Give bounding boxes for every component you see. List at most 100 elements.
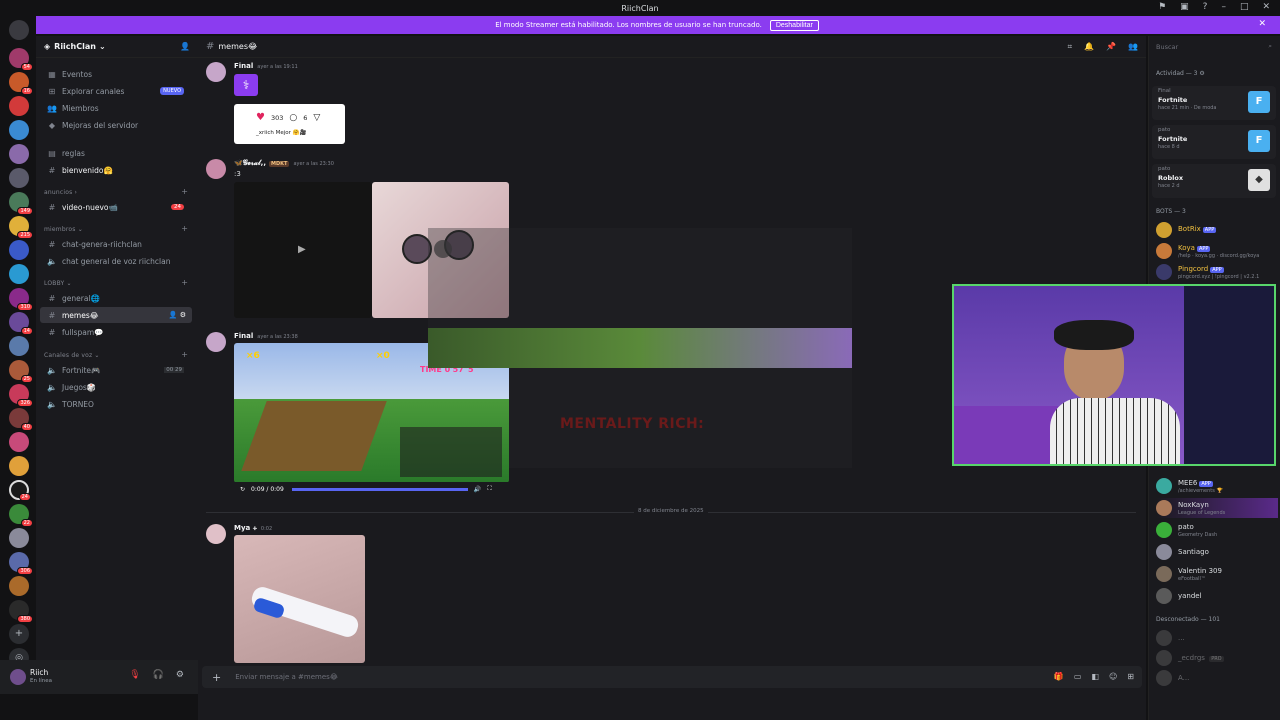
member-row[interactable]: _ecdrgs PRO [1156, 648, 1278, 668]
server-icon[interactable] [9, 576, 29, 596]
add-server-icon[interactable]: + [9, 624, 29, 644]
message-author[interactable]: 🦋𝓖𝓮𝓻𝓪𝓵,, MDKT ayer a las 23:30 [234, 159, 334, 168]
server-icon[interactable]: 54 [9, 48, 33, 71]
server-icon[interactable]: 25 [9, 360, 33, 383]
apps-icon[interactable]: ⊞ [1127, 672, 1134, 681]
message-author[interactable]: Final ayer a las 23:38 [234, 332, 298, 340]
channel-memes[interactable]: # memes😂 👤 ⚙ [40, 307, 192, 323]
help-icon[interactable]: ? [1203, 2, 1208, 12]
activity-card[interactable]: pato Roblox hace 2 d ◆ [1152, 164, 1276, 198]
server-icon[interactable]: 215 [9, 216, 33, 239]
photo-attachment[interactable] [234, 535, 365, 663]
channel-fullspam[interactable]: # fullspam💬 [40, 324, 192, 340]
server-icon[interactable]: 380 [9, 600, 33, 623]
server-icon[interactable]: 326 [9, 384, 33, 407]
server-icon[interactable]: 16 [9, 72, 33, 95]
voice-juegos[interactable]: 🔈 Juegos🎲 [40, 379, 192, 395]
video-progress[interactable] [291, 487, 468, 491]
member-row[interactable]: pato Geometry Dash [1156, 520, 1278, 540]
replay-icon[interactable]: ↻ [240, 486, 245, 493]
member-row[interactable]: ... [1156, 628, 1278, 648]
server-icon[interactable]: 22 [9, 504, 33, 527]
close-window-icon[interactable]: ✕ [1262, 2, 1270, 12]
message-author[interactable]: Final ayer a las 19:11 [234, 62, 298, 70]
gear-icon[interactable]: ⚙ [176, 670, 184, 680]
headphones-icon[interactable]: 🎧 [153, 670, 164, 680]
channel-bienvenido[interactable]: # bienvenido🤗 [40, 162, 192, 178]
add-channel-icon[interactable]: + [181, 278, 188, 287]
voice-torneo[interactable]: 🔈 TORNEO [40, 396, 192, 412]
tiktok-embed[interactable]: ♥ 303 ○ 6 ▽ _xriich Mejor 🤗🎥 [234, 104, 345, 144]
fullscreen-icon[interactable]: ⛶ [487, 485, 491, 493]
member-row[interactable]: A... [1156, 668, 1278, 688]
nav-explorar-canales[interactable]: ⊞ Explorar canales NUEVO [40, 83, 192, 99]
screen-share-icon[interactable]: ▣ [1180, 2, 1189, 12]
member-row[interactable]: Pingcord APP pingcord.xyz | !pingcord | v… [1156, 262, 1278, 282]
nav-miembros[interactable]: 👥 Miembros [40, 100, 192, 116]
threads-icon[interactable]: ⌗ [1068, 42, 1073, 52]
channel-chat-voz[interactable]: 🔈 chat general de voz riichclan [40, 253, 192, 269]
server-icon[interactable]: 14 [9, 312, 33, 335]
server-header[interactable]: ◈ RiichClan ⌄ 👤 [36, 36, 198, 58]
server-icon[interactable] [9, 264, 29, 284]
member-row[interactable]: yandel [1156, 586, 1278, 606]
voice-fortnite[interactable]: 🔈 Fortnite🎮 00 29 [40, 362, 192, 378]
server-icon[interactable] [9, 432, 29, 452]
gif-icon[interactable]: ▭ [1074, 672, 1082, 681]
category-miembros[interactable]: miembros ⌄ [44, 226, 83, 233]
add-channel-icon[interactable]: + [181, 224, 188, 233]
add-channel-icon[interactable]: + [181, 187, 188, 196]
member-row[interactable]: Koya APP /help · koya.gg · discord.gg/koy… [1156, 241, 1278, 261]
avatar[interactable] [206, 524, 226, 544]
member-row[interactable]: Valentin 309 eFootball™ [1156, 564, 1278, 584]
category-anuncios[interactable]: anuncios › [44, 189, 77, 196]
activity-card[interactable]: Final Fortnite hace 21 min · De moda F [1152, 86, 1276, 120]
channel-chat-genera[interactable]: # chat-genera-riichclan [40, 236, 192, 252]
member-list-icon[interactable]: 👥 [1128, 42, 1138, 52]
server-icon[interactable] [9, 120, 29, 140]
nav-mejoras[interactable]: ◆ Mejoras del servidor [40, 117, 192, 133]
server-icon[interactable] [9, 96, 29, 116]
channel-reglas[interactable]: ▤ reglas [40, 145, 192, 161]
bell-icon[interactable]: 🔔 [1084, 42, 1094, 52]
server-icon[interactable] [9, 336, 29, 356]
category-voz[interactable]: Canales de voz ⌄ [44, 352, 100, 359]
channel-settings-icon[interactable]: 👤 ⚙ [169, 311, 186, 319]
gift-icon[interactable]: 🎁 [1054, 672, 1064, 681]
channel-general[interactable]: # general🌐 [40, 290, 192, 306]
close-banner-icon[interactable]: ✕ [1258, 19, 1266, 29]
member-row[interactable]: MEE6 APP /achievements 🏆 [1156, 476, 1278, 496]
sticker-image[interactable]: ⚕ [234, 74, 258, 96]
home-icon[interactable] [9, 20, 29, 40]
minimize-icon[interactable]: – [1221, 2, 1226, 12]
add-attachment-icon[interactable]: + [212, 671, 221, 684]
video-player[interactable]: ▶ [234, 182, 372, 318]
category-lobby[interactable]: LOBBY ⌄ [44, 280, 72, 287]
avatar[interactable] [206, 62, 226, 82]
server-icon[interactable]: 40 [9, 408, 33, 431]
mic-muted-icon[interactable]: 🎙 [129, 670, 140, 680]
member-row[interactable]: BotRix APP [1156, 220, 1278, 240]
member-row[interactable]: Santiago [1156, 542, 1278, 562]
avatar[interactable] [10, 669, 26, 685]
activity-card[interactable]: pato Fortnite hace 8 d F [1152, 125, 1276, 159]
message-author[interactable]: Mya 🕂 0:02 [234, 524, 272, 533]
member-row[interactable]: NoxKayn League of Legends [1156, 498, 1278, 518]
avatar[interactable] [206, 332, 226, 352]
maximize-icon[interactable]: □ [1240, 2, 1249, 12]
avatar[interactable] [206, 159, 226, 179]
sticker-icon[interactable]: ◧ [1091, 672, 1099, 681]
server-icon[interactable]: 306 [9, 552, 33, 575]
server-icon[interactable]: 310 [9, 288, 33, 311]
server-icon[interactable]: 149 [9, 192, 33, 215]
volume-icon[interactable]: 🔊 [474, 486, 481, 493]
disable-streamer-button[interactable]: Deshabilitar [769, 19, 819, 31]
invite-icon[interactable]: 👤 [180, 42, 190, 51]
message-composer[interactable]: + Enviar mensaje a #memes😂 🎁 ▭ ◧ ☺ ⊞ [202, 666, 1142, 688]
search-input[interactable]: Buscar ⌕ [1152, 40, 1276, 54]
server-icon[interactable]: 24 [9, 480, 31, 501]
server-icon[interactable] [9, 144, 29, 164]
inbox-icon[interactable]: ⚑ [1158, 2, 1166, 12]
server-icon[interactable] [9, 528, 29, 548]
server-icon[interactable] [9, 168, 29, 188]
